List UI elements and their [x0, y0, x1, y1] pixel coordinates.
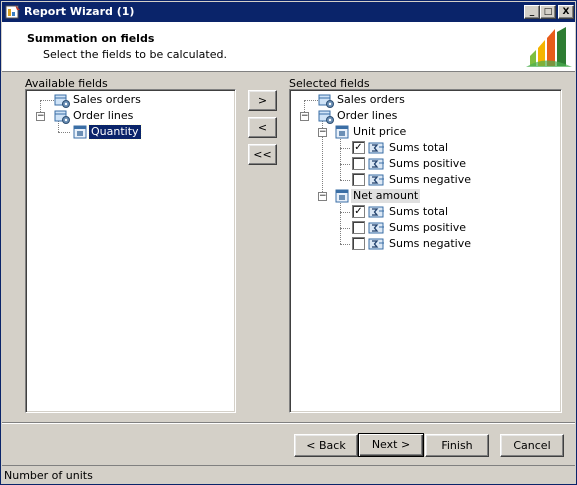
tree-node-label: Sums total: [389, 205, 449, 218]
dynamics-logo-icon: [526, 27, 572, 67]
sum-icon: [368, 158, 384, 170]
back-button[interactable]: < Back: [294, 434, 358, 457]
tree-node-label: Quantity: [88, 124, 142, 140]
minimize-button[interactable]: _: [524, 5, 540, 19]
title-bar[interactable]: Report Wizard (1) _ □ X: [2, 2, 575, 22]
remove-field-button[interactable]: <: [248, 117, 277, 138]
tree-line: [340, 212, 350, 213]
footer-separator: [2, 422, 575, 424]
table-gear-icon: [54, 94, 70, 108]
status-text: Number of units: [4, 469, 93, 482]
tree-node-label: Sums total: [389, 141, 449, 154]
collapse-icon[interactable]: −: [318, 128, 327, 137]
sums-positive-checkbox[interactable]: [352, 221, 365, 234]
tree-line: [304, 100, 318, 101]
add-field-button[interactable]: >: [248, 90, 277, 111]
collapse-icon[interactable]: −: [36, 112, 45, 121]
tree-node-sums-positive[interactable]: Sums positive: [368, 220, 548, 236]
checkmark-icon: ✓: [354, 206, 363, 217]
tree-line: [340, 164, 350, 165]
sums-negative-checkbox[interactable]: [352, 237, 365, 250]
tree-line: [340, 201, 341, 244]
tree-node-order-lines[interactable]: Order lines: [54, 108, 234, 124]
tree-node-order-lines[interactable]: Order lines: [318, 108, 518, 124]
sums-positive-checkbox[interactable]: [352, 157, 365, 170]
page-subtitle: Select the fields to be calculated.: [43, 48, 227, 61]
tree-node-label: Order lines: [337, 109, 398, 122]
sums-total-checkbox[interactable]: ✓: [352, 141, 365, 154]
finish-button[interactable]: Finish: [425, 434, 489, 457]
tree-node-label: Sales orders: [337, 93, 405, 106]
tree-line: [340, 244, 350, 245]
minimize-icon: _: [529, 7, 535, 17]
tree-node-label: Unit price: [353, 125, 407, 138]
collapse-icon[interactable]: −: [318, 192, 327, 201]
next-button[interactable]: Next >: [358, 433, 424, 457]
tree-node-quantity[interactable]: Quantity: [72, 124, 222, 140]
sum-icon: [368, 206, 384, 218]
field-icon: [73, 125, 87, 139]
sums-negative-checkbox[interactable]: [352, 173, 365, 186]
tree-node-label: Sums positive: [389, 157, 467, 170]
collapse-icon[interactable]: −: [300, 112, 309, 121]
table-gear-icon: [318, 94, 334, 108]
table-gear-icon: [54, 110, 70, 124]
sum-icon: [368, 222, 384, 234]
tree-node-sums-negative[interactable]: Sums negative: [368, 236, 548, 252]
tree-node-sums-total[interactable]: Sums total: [368, 204, 548, 220]
tree-node-label: Order lines: [73, 109, 134, 122]
window-title: Report Wizard (1): [24, 5, 135, 18]
sum-icon: [368, 174, 384, 186]
close-button[interactable]: X: [558, 5, 574, 19]
table-gear-icon: [318, 110, 334, 124]
available-fields-tree[interactable]: Sales orders − Order lines Quantity: [25, 89, 236, 413]
sum-icon: [368, 238, 384, 250]
tree-node-label: Sums negative: [389, 237, 472, 250]
tree-node-sales-orders[interactable]: Sales orders: [54, 92, 234, 108]
close-icon: X: [562, 7, 570, 17]
field-icon: [335, 189, 349, 203]
checkmark-icon: ✓: [354, 142, 363, 153]
tree-line: [340, 137, 341, 180]
selected-fields-tree[interactable]: Sales orders − Order lines − Unit price …: [289, 89, 562, 413]
tree-node-label: Sums negative: [389, 173, 472, 186]
tree-node-unit-price[interactable]: Unit price: [334, 124, 534, 140]
report-wizard-window: Report Wizard (1) _ □ X Summation on fie…: [0, 0, 577, 485]
maximize-icon: □: [543, 7, 553, 17]
tree-node-sums-negative[interactable]: Sums negative: [368, 172, 548, 188]
status-bar: Number of units: [2, 465, 575, 484]
wizard-header: Summation on fields Select the fields to…: [2, 22, 575, 72]
cancel-button[interactable]: Cancel: [500, 434, 564, 457]
tree-node-label: Sales orders: [73, 93, 141, 106]
tree-node-sums-positive[interactable]: Sums positive: [368, 156, 548, 172]
page-title: Summation on fields: [27, 32, 155, 45]
sums-total-checkbox[interactable]: ✓: [352, 205, 365, 218]
app-icon: [5, 5, 20, 19]
tree-node-net-amount[interactable]: Net amount: [334, 188, 534, 204]
sum-icon: [368, 142, 384, 154]
field-icon: [335, 125, 349, 139]
tree-node-label: Sums positive: [389, 221, 467, 234]
tree-line: [340, 180, 350, 181]
tree-line: [40, 100, 54, 101]
tree-node-sales-orders[interactable]: Sales orders: [318, 92, 518, 108]
tree-line: [340, 228, 350, 229]
tree-line: [340, 148, 350, 149]
maximize-button[interactable]: □: [540, 5, 556, 19]
tree-node-sums-total[interactable]: Sums total: [368, 140, 548, 156]
tree-line: [58, 132, 70, 133]
tree-node-label: Net amount: [351, 189, 421, 203]
remove-all-fields-button[interactable]: <<: [248, 144, 277, 165]
